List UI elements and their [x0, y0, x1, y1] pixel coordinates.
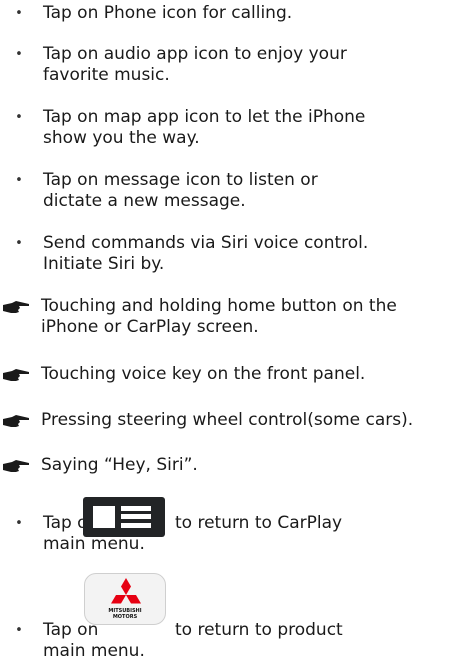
list-item: • Tap on message icon to listen or dicta… — [12, 170, 452, 212]
siri-method-item: Touching voice key on the front panel. — [2, 364, 462, 385]
siri-method-item: Touching and holding home button on the … — [2, 296, 462, 338]
list-item-line: Initiate Siri by. — [43, 254, 165, 274]
bullet-dot: • — [15, 516, 23, 531]
siri-method-text: Pressing steering wheel control(some car… — [41, 410, 461, 431]
list-item: • Tap on Phone icon for calling. — [12, 3, 452, 24]
bullet-dot: • — [15, 6, 23, 21]
bullet-dot: • — [15, 623, 23, 638]
pointing-hand-icon — [3, 369, 29, 381]
mitsubishi-logo-icon — [111, 578, 141, 604]
list-item-text: Tap on map app icon to let the iPhone sh… — [43, 107, 443, 149]
siri-method-line: Touching voice key on the front panel. — [41, 364, 366, 384]
carplay-menu-icon-panel — [93, 506, 115, 528]
siri-method-item: Pressing steering wheel control(some car… — [2, 410, 462, 431]
siri-method-item: Saying “Hey, Siri”. — [2, 455, 462, 476]
siri-method-text: Touching and holding home button on the … — [41, 296, 461, 338]
siri-method-line: Saying “Hey, Siri”. — [41, 455, 198, 475]
list-item-line: Tap on audio app icon to enjoy your — [43, 44, 347, 64]
list-item-text: Tap on audio app icon to enjoy your favo… — [43, 44, 443, 86]
mitsubishi-logo-text: MITSUBISHI MOTORS — [85, 608, 165, 620]
siri-method-text: Touching voice key on the front panel. — [41, 364, 461, 385]
list-item: • Tap on audio app icon to enjoy your fa… — [12, 44, 452, 86]
list-item-line: dictate a new message. — [43, 191, 246, 211]
list-item-text: Tap on Phone icon for calling. — [43, 3, 293, 23]
siri-method-line: Pressing steering wheel control(some car… — [41, 410, 414, 430]
pointing-hand-icon — [3, 415, 29, 427]
bullet-dot: • — [15, 236, 23, 251]
list-item-line: Tap on message icon to listen or — [43, 170, 318, 190]
carplay-item-suffix: to return to CarPlay — [175, 513, 343, 533]
logo-line: MOTORS — [112, 614, 138, 620]
carplay-menu-icon-line — [121, 506, 151, 511]
product-item-suffix: to return to product — [175, 620, 343, 640]
list-item: • Send commands via Siri voice control. … — [12, 233, 452, 275]
pointing-hand-icon — [3, 301, 29, 313]
list-item-text: Tap on message icon to listen or dictate… — [43, 170, 443, 212]
bullet-dot: • — [15, 173, 23, 188]
product-item-line2: main menu. — [43, 641, 145, 661]
siri-method-line: iPhone or CarPlay screen. — [41, 317, 259, 337]
list-item-line: Tap on map app icon to let the iPhone — [43, 107, 366, 127]
list-item: • Tap on map app icon to let the iPhone … — [12, 107, 452, 149]
bullet-dot: • — [15, 47, 23, 62]
siri-method-text: Saying “Hey, Siri”. — [41, 455, 461, 476]
list-item-line: favorite music. — [43, 65, 170, 85]
bullet-dot: • — [15, 110, 23, 125]
list-item-line: show you the way. — [43, 128, 200, 148]
carplay-item-line2: main menu. — [43, 534, 145, 554]
carplay-menu-icon-line — [121, 523, 151, 528]
pointing-hand-icon — [3, 460, 29, 472]
mitsubishi-motors-icon[interactable]: MITSUBISHI MOTORS — [84, 573, 166, 625]
list-item-text: Send commands via Siri voice control. In… — [43, 233, 443, 275]
siri-method-line: Touching and holding home button on the — [41, 296, 397, 316]
carplay-menu-icon-line — [121, 514, 151, 519]
list-item-line: Send commands via Siri voice control. — [43, 233, 369, 253]
list-item: • Tap on to return to CarPlay main menu. — [12, 513, 452, 555]
list-item: • Tap on to return to product main menu. — [12, 620, 452, 662]
carplay-menu-icon[interactable] — [83, 497, 165, 537]
